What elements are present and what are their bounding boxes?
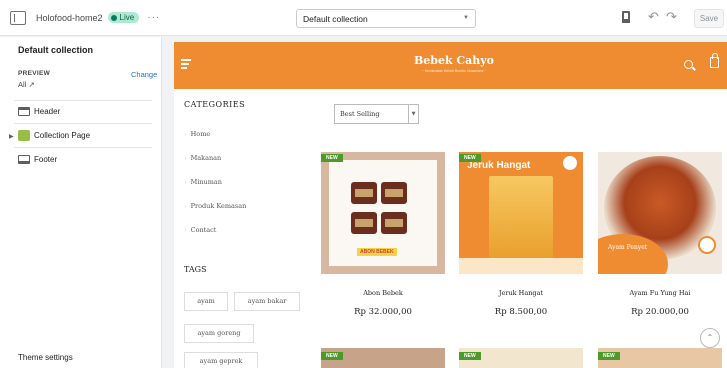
sidebar-item-label: Collection Page	[34, 131, 91, 140]
sort-select[interactable]: Best Selling ▼	[334, 104, 419, 124]
tag-ayam[interactable]: ayam	[184, 292, 228, 311]
category-link-produk-kemasan[interactable]: › Produk Kemasan	[184, 202, 246, 210]
product-price: Rp 8.500,00	[494, 307, 548, 317]
product-image[interactable]: ABON BEBEK NEW	[321, 152, 445, 274]
store-tagline: ~ Kenikmatan Bebek Bumbu Nusantara ~	[421, 69, 487, 73]
search-icon[interactable]	[684, 60, 693, 69]
new-badge: NEW	[321, 352, 343, 360]
product-card[interactable]: NEW	[321, 348, 445, 368]
sidebar-item-label: Header	[34, 107, 61, 116]
product-name[interactable]: Abon Bebek	[321, 289, 445, 297]
new-badge: NEW	[459, 352, 481, 360]
store-logo[interactable]: Bebek Cahyo	[384, 54, 524, 67]
category-link-makanan[interactable]: › Makanan	[184, 154, 221, 162]
sidebar-title: Default collection	[18, 45, 94, 55]
tag-ayam-geprek[interactable]: ayam geprek	[184, 352, 258, 368]
product-card[interactable]: Jeruk Hangat NEW Jeruk Hangat Rp 8.500,0…	[459, 152, 583, 317]
theme-settings-button[interactable]: Theme settings	[18, 353, 73, 362]
product-card[interactable]: Ayam Penyet Ayam Fu Yung Hai Rp 20.000,0…	[598, 152, 722, 317]
sort-select-value: Best Selling	[340, 110, 380, 118]
category-link-contact[interactable]: › Contact	[184, 226, 216, 234]
product-jar	[351, 212, 377, 234]
brand-logo-icon	[563, 156, 577, 170]
live-label: Live	[119, 13, 135, 22]
sidebar-item-header[interactable]: Header	[18, 107, 60, 116]
chevron-down-icon: ▼	[408, 105, 418, 123]
theme-name: Holofood-home2	[36, 12, 103, 23]
editor-sidebar: Default collection PREVIEW Change All ↗ …	[0, 37, 162, 368]
header-section-icon	[18, 107, 30, 116]
product-card[interactable]: ABON BEBEK NEW Abon Bebek Rp 32.000,00	[321, 152, 445, 317]
live-badge: Live	[107, 12, 140, 23]
category-link-home[interactable]: › Home	[184, 130, 210, 138]
preview-label: PREVIEW	[18, 70, 51, 77]
divider	[14, 147, 152, 148]
tag-ayam-bakar[interactable]: ayam bakar	[234, 292, 300, 311]
product-name[interactable]: Ayam Fu Yung Hai	[598, 289, 722, 297]
change-preview-link[interactable]: Change	[131, 70, 157, 79]
product-card[interactable]: NEW	[459, 348, 583, 368]
product-jar	[381, 212, 407, 234]
product-image[interactable]: Ayam Penyet	[598, 152, 722, 274]
product-jar	[381, 182, 407, 204]
editor-topbar: Holofood-home2 Live ··· Default collecti…	[0, 0, 727, 36]
category-link-minuman[interactable]: › Minuman	[184, 178, 222, 186]
new-badge: NEW	[598, 352, 620, 360]
collection-page-icon	[18, 130, 30, 141]
product-price: Rp 20.000,00	[631, 307, 689, 317]
product-jar	[351, 182, 377, 204]
redo-icon[interactable]: ↷	[666, 9, 677, 25]
collection-select[interactable]: Default collection ▼	[296, 9, 476, 28]
chevron-down-icon: ▼	[463, 15, 469, 21]
sidebar-item-label: Footer	[34, 155, 58, 164]
divider	[14, 123, 152, 124]
preview-value: All ↗	[18, 80, 35, 89]
external-link-icon[interactable]: ↗	[28, 80, 34, 89]
tags-title: TAGS	[184, 265, 207, 274]
footer-section-icon	[18, 155, 30, 164]
exit-icon[interactable]	[10, 10, 26, 25]
store-preview: Bebek Cahyo ~ Kenikmatan Bebek Bumbu Nus…	[174, 42, 727, 368]
sidebar-item-collection-page[interactable]: Collection Page	[18, 130, 90, 141]
product-image-label: ABON BEBEK	[357, 248, 397, 256]
store-header: Bebek Cahyo ~ Kenikmatan Bebek Bumbu Nus…	[174, 42, 727, 89]
live-dot-icon	[110, 14, 117, 21]
menu-icon[interactable]	[181, 59, 191, 69]
collection-select-value: Default collection	[303, 14, 368, 24]
undo-icon[interactable]: ↶	[648, 9, 659, 25]
save-button[interactable]: Save	[694, 9, 724, 28]
brand-logo-icon	[698, 236, 716, 254]
product-card[interactable]: NEW	[598, 348, 722, 368]
product-image-label: Ayam Penyet	[608, 244, 648, 251]
tag-ayam-goreng[interactable]: ayam goreng	[184, 324, 254, 343]
glass-illustration	[489, 176, 553, 258]
new-badge: NEW	[459, 154, 481, 162]
new-badge: NEW	[321, 154, 343, 162]
more-actions-button[interactable]: ···	[147, 12, 160, 23]
product-name[interactable]: Jeruk Hangat	[459, 289, 583, 297]
scroll-to-top-button[interactable]: ⌃	[700, 328, 720, 348]
divider	[14, 100, 152, 101]
device-preview-icon[interactable]	[622, 11, 630, 23]
categories-title: CATEGORIES	[184, 100, 246, 109]
product-price: Rp 32.000,00	[354, 307, 412, 317]
image-footer	[459, 258, 583, 274]
shopping-bag-icon[interactable]	[710, 53, 719, 68]
sidebar-item-footer[interactable]: Footer	[18, 155, 57, 164]
preview-value-text: All	[18, 80, 27, 89]
expand-arrow-icon[interactable]: ▶	[9, 133, 14, 140]
product-image[interactable]: Jeruk Hangat NEW	[459, 152, 583, 274]
